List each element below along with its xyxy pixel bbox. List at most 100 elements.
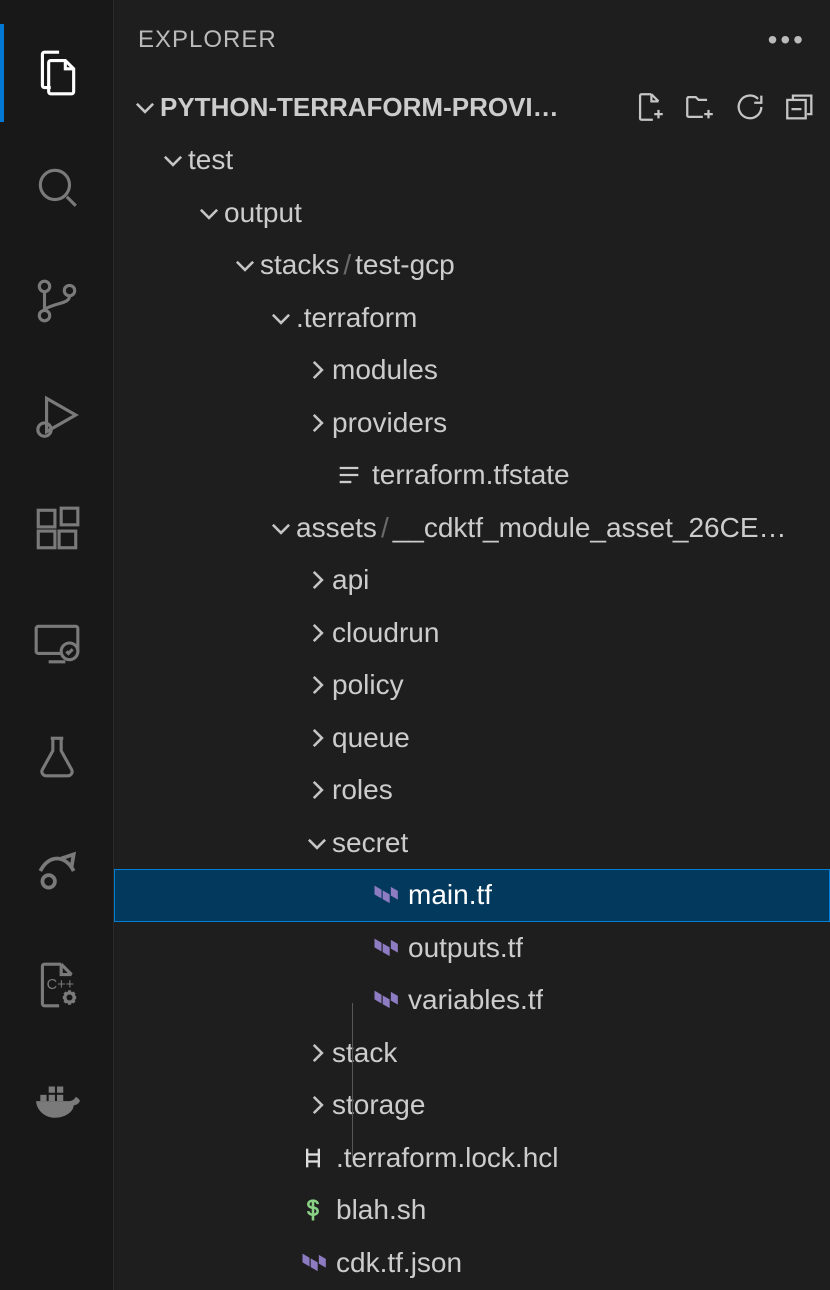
chevron-down-icon xyxy=(302,830,332,856)
chevron-right-icon xyxy=(302,620,332,646)
beaker-icon xyxy=(32,732,82,782)
new-folder-icon xyxy=(683,90,717,124)
tree-item-label: output xyxy=(224,197,302,229)
chevron-down-icon xyxy=(158,147,188,173)
chevron-right-icon xyxy=(302,725,332,751)
workspace-row[interactable]: PYTHON-TERRAFORM-PROVI… xyxy=(114,80,830,134)
extensions-icon xyxy=(32,504,82,554)
tree-item-label: cloudrun xyxy=(332,617,439,649)
tree-item[interactable]: variables.tf xyxy=(114,974,830,1027)
tree-item-label: blah.sh xyxy=(336,1194,426,1226)
tree-item[interactable]: outputs.tf xyxy=(114,922,830,975)
tree-item-label: roles xyxy=(332,774,393,806)
tree-item-label: secret xyxy=(332,827,408,859)
tree-item-label: queue xyxy=(332,722,410,754)
workspace-name: PYTHON-TERRAFORM-PROVI… xyxy=(160,92,632,123)
refresh-button[interactable] xyxy=(732,89,768,125)
tree-item-label: .terraform.lock.hcl xyxy=(336,1142,559,1174)
tf-icon xyxy=(368,881,402,909)
collapse-all-button[interactable] xyxy=(782,89,818,125)
activity-live-share[interactable] xyxy=(0,814,114,928)
tree-item-label: stack xyxy=(332,1037,397,1069)
tree-item[interactable]: cloudrun xyxy=(114,607,830,660)
chevron-right-icon xyxy=(302,1040,332,1066)
chevron-right-icon xyxy=(302,672,332,698)
chevron-right-icon xyxy=(302,357,332,383)
activity-extensions[interactable] xyxy=(0,472,114,586)
tree-item[interactable]: secret xyxy=(114,817,830,870)
tree-item[interactable]: api xyxy=(114,554,830,607)
activity-cpp[interactable]: C++ xyxy=(0,928,114,1042)
chevron-right-icon xyxy=(302,777,332,803)
path-segment: stacks xyxy=(260,249,339,280)
tree-item-label: cdk.tf.json xyxy=(336,1247,462,1279)
git-branch-icon xyxy=(32,276,82,326)
file-gear-icon: C++ xyxy=(32,960,82,1010)
tf-icon xyxy=(296,1249,330,1277)
tree-item[interactable]: stacks/test-gcp xyxy=(114,239,830,292)
hcl-icon xyxy=(296,1144,330,1172)
tree-item[interactable]: .terraform xyxy=(114,292,830,345)
tree-item[interactable]: queue xyxy=(114,712,830,765)
debug-icon xyxy=(32,390,82,440)
tree-item[interactable]: main.tf xyxy=(114,869,830,922)
path-separator: / xyxy=(339,249,355,280)
tree-item-label: storage xyxy=(332,1089,425,1121)
tree-item[interactable]: stack xyxy=(114,1027,830,1080)
activity-search[interactable] xyxy=(0,130,114,244)
tree-item[interactable]: roles xyxy=(114,764,830,817)
tree-item-label: assets/__cdktf_module_asset_26CE… xyxy=(296,512,787,544)
search-icon xyxy=(32,162,82,212)
tree-item[interactable]: storage xyxy=(114,1079,830,1132)
chevron-down-icon xyxy=(130,94,160,120)
chevron-down-icon xyxy=(266,515,296,541)
indent-guide xyxy=(352,1003,353,1161)
sidebar-header: EXPLORER ••• xyxy=(114,0,830,80)
dollar-icon xyxy=(296,1196,330,1224)
path-segment: test-gcp xyxy=(355,249,455,280)
docker-icon xyxy=(32,1074,82,1124)
activity-remote[interactable] xyxy=(0,586,114,700)
tree-item[interactable]: providers xyxy=(114,397,830,450)
file-tree: testoutputstacks/test-gcp.terraformmodul… xyxy=(114,134,830,1290)
new-file-button[interactable] xyxy=(632,89,668,125)
activity-testing[interactable] xyxy=(0,700,114,814)
tree-item[interactable]: blah.sh xyxy=(114,1184,830,1237)
chevron-down-icon xyxy=(194,200,224,226)
chevron-right-icon xyxy=(302,410,332,436)
tree-item-label: .terraform xyxy=(296,302,417,334)
chevron-down-icon xyxy=(266,305,296,331)
tree-item[interactable]: assets/__cdktf_module_asset_26CE… xyxy=(114,502,830,555)
activity-explorer[interactable] xyxy=(0,16,114,130)
chevron-down-icon xyxy=(230,252,260,278)
tree-item[interactable]: modules xyxy=(114,344,830,397)
share-icon xyxy=(32,846,82,896)
tree-item[interactable]: test xyxy=(114,134,830,187)
explorer-sidebar: EXPLORER ••• PYTHON-TERRAFORM-PROVI… tes… xyxy=(114,0,830,1290)
workspace-actions xyxy=(632,89,818,125)
sidebar-title: EXPLORER xyxy=(138,26,277,54)
tree-item[interactable]: .terraform.lock.hcl xyxy=(114,1132,830,1185)
chevron-right-icon xyxy=(302,567,332,593)
tree-item[interactable]: terraform.tfstate xyxy=(114,449,830,502)
new-file-icon xyxy=(633,90,667,124)
tree-item-label: policy xyxy=(332,669,404,701)
tf-icon xyxy=(368,986,402,1014)
activity-run-debug[interactable] xyxy=(0,358,114,472)
new-folder-button[interactable] xyxy=(682,89,718,125)
remote-icon xyxy=(32,618,82,668)
more-actions-button[interactable]: ••• xyxy=(768,24,806,56)
chevron-right-icon xyxy=(302,1092,332,1118)
tree-item[interactable]: output xyxy=(114,187,830,240)
activity-source-control[interactable] xyxy=(0,244,114,358)
tree-item-label: main.tf xyxy=(408,879,492,911)
lines-icon xyxy=(332,461,366,489)
tf-icon xyxy=(368,934,402,962)
path-separator: / xyxy=(377,512,393,543)
tree-item[interactable]: policy xyxy=(114,659,830,712)
tree-item-label: test xyxy=(188,144,233,176)
refresh-icon xyxy=(733,90,767,124)
tree-item[interactable]: cdk.tf.json xyxy=(114,1237,830,1290)
activity-docker[interactable] xyxy=(0,1042,114,1156)
tree-item-label: modules xyxy=(332,354,438,386)
